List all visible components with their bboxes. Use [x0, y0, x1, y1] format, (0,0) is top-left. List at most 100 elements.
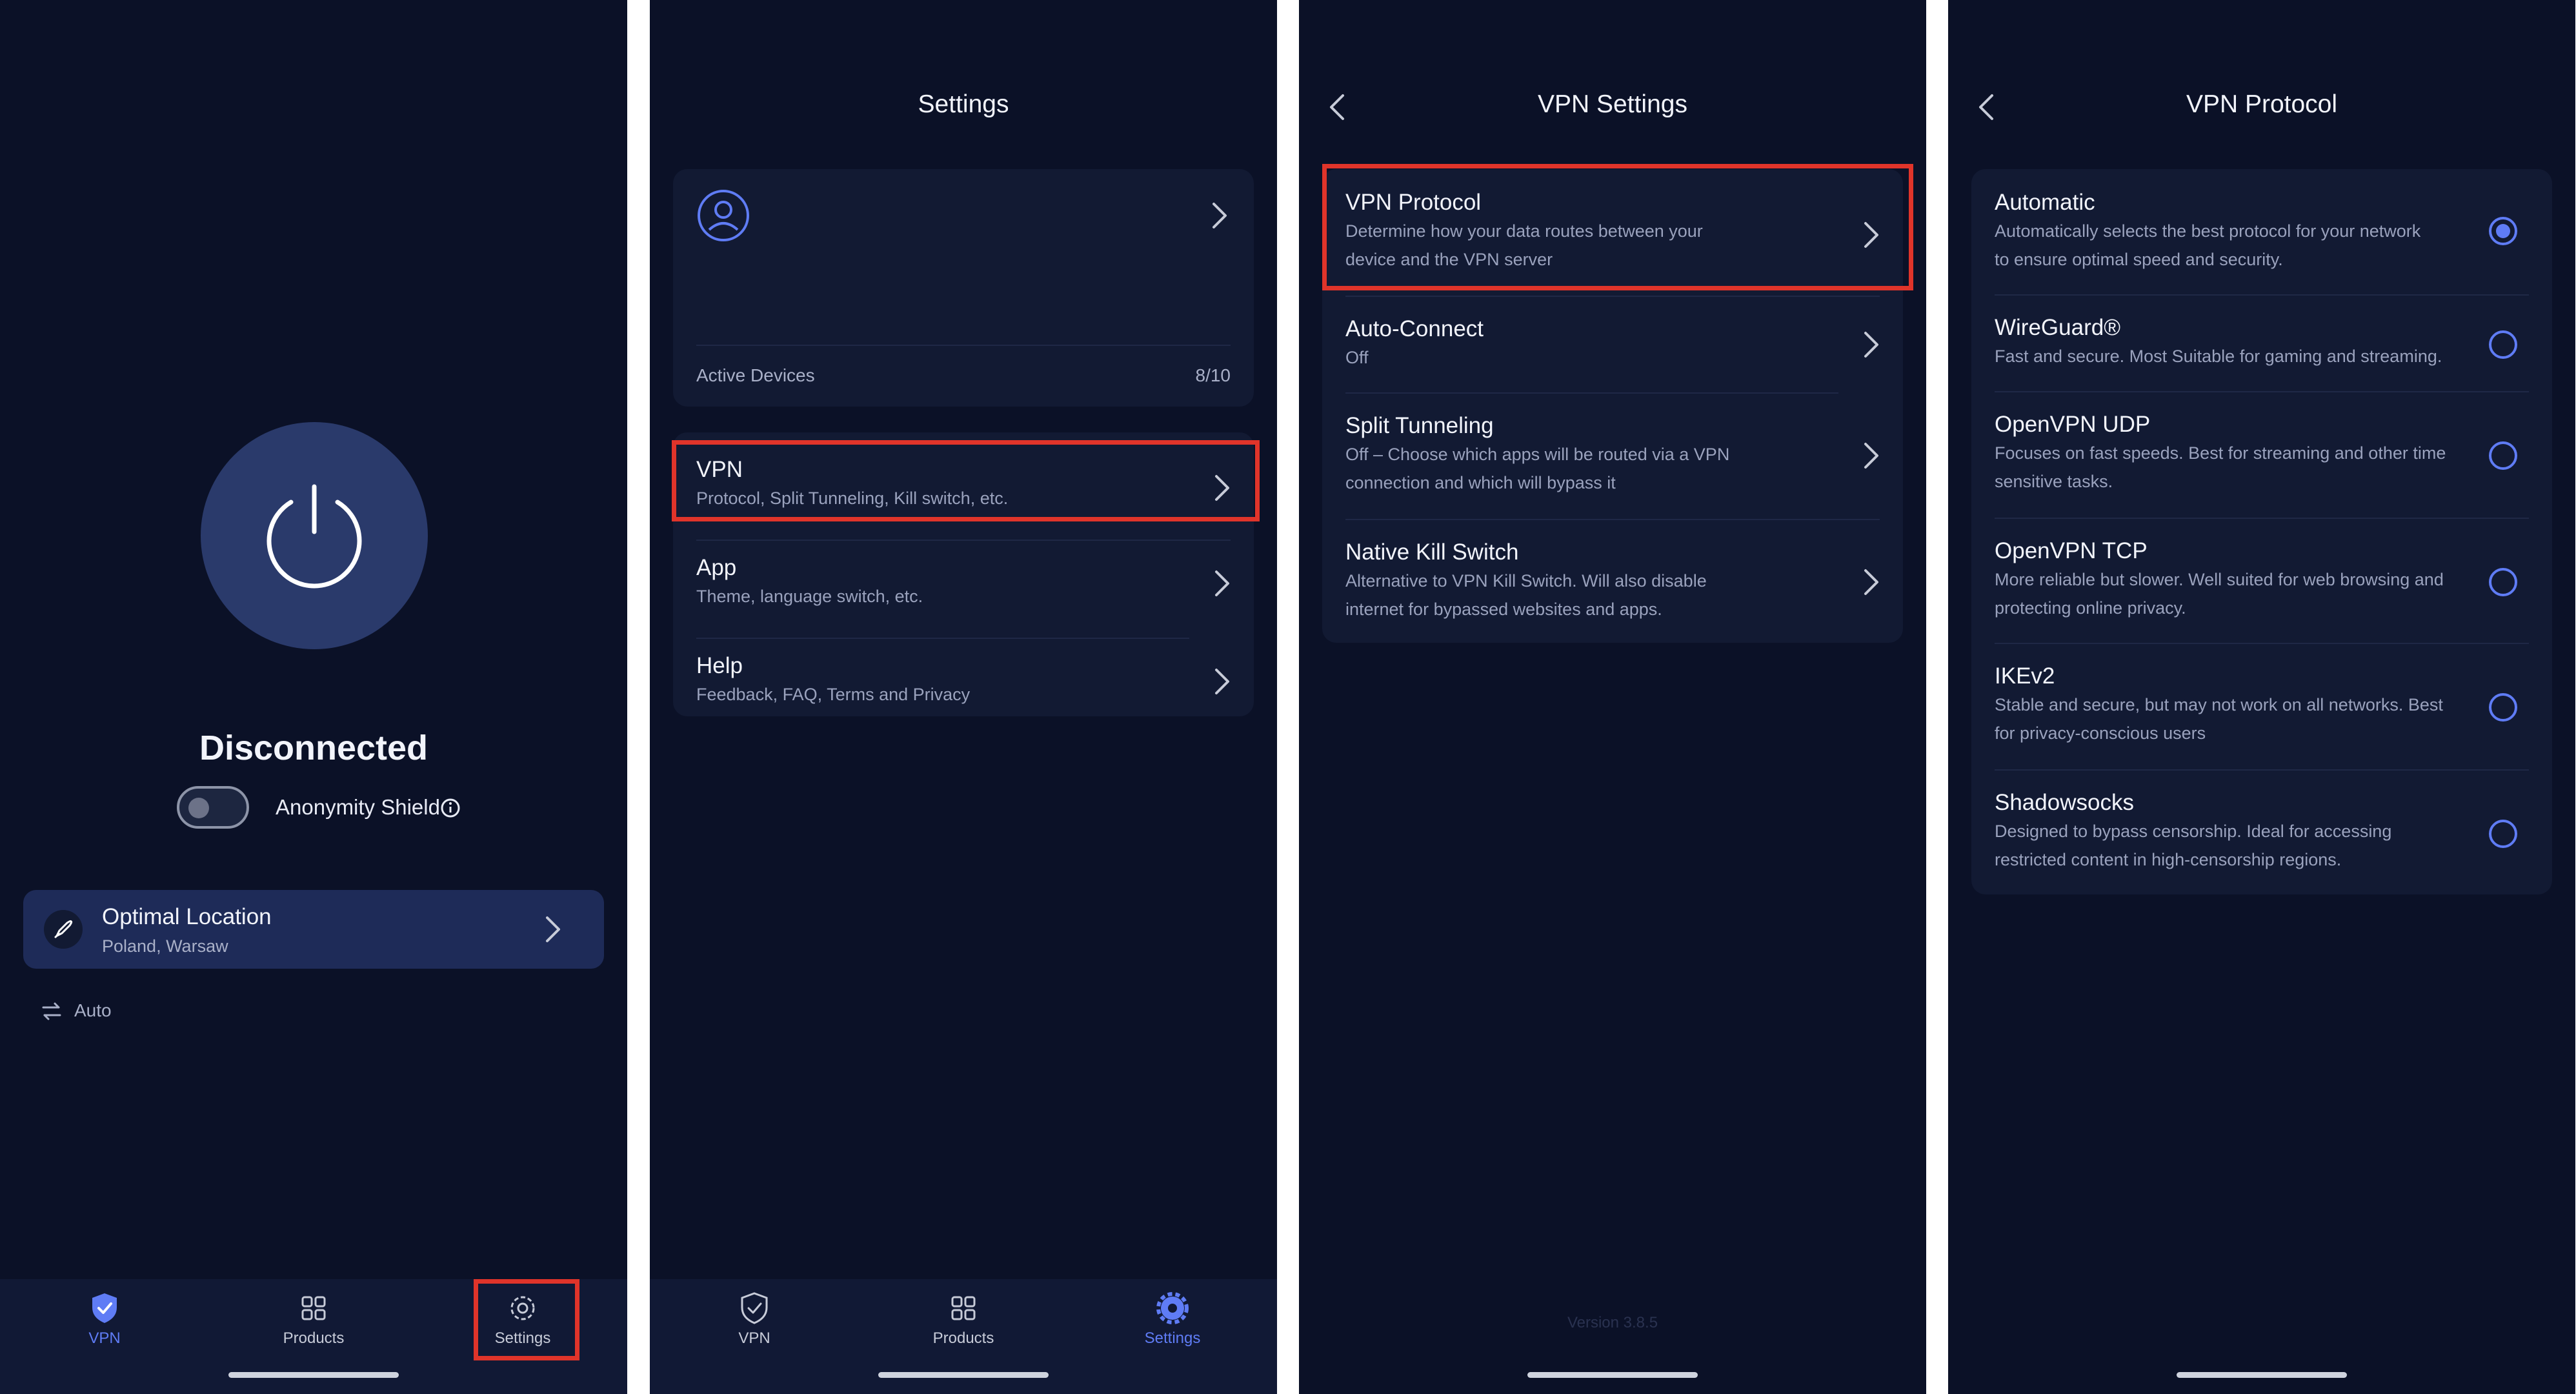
vpn-item-auto-connect[interactable]: Auto-Connect Off [1322, 311, 1903, 389]
protocol-desc-line1: Designed to bypass censorship. Ideal for… [1995, 822, 2392, 841]
protocol-option-openvpn-tcp[interactable]: OpenVPN TCP More reliable but slower. We… [1971, 533, 2552, 636]
divider [1995, 294, 2529, 296]
switch-arrows-icon [42, 1002, 61, 1020]
home-indicator [1527, 1372, 1698, 1378]
divider [696, 540, 1231, 541]
divider [1345, 519, 1880, 520]
vpn-protocol-screen: VPN Protocol Automatic Automatically sel… [1948, 0, 2575, 1394]
nav-settings[interactable]: Settings [1108, 1291, 1237, 1362]
connect-button[interactable] [201, 422, 428, 649]
settings-item-subtitle: Feedback, FAQ, Terms and Privacy [696, 685, 971, 704]
radio-unselected[interactable] [2489, 820, 2517, 848]
highlight-vpn-protocol [1322, 164, 1913, 290]
rocket-icon [44, 910, 83, 949]
active-devices-label: Active Devices [696, 365, 815, 385]
protocol-title: Automatic [1995, 190, 2095, 215]
vpn-item-subtitle-line1: Off – Choose which apps will be routed v… [1345, 445, 1730, 464]
home-indicator [2177, 1372, 2347, 1378]
anonymity-shield-label: Anonymity Shield [276, 795, 440, 819]
highlight-vpn-item [672, 440, 1260, 521]
chevron-right-icon [1864, 569, 1878, 595]
divider [1345, 296, 1880, 297]
radio-unselected[interactable] [2489, 330, 2517, 359]
nav-vpn-label: VPN [738, 1329, 770, 1347]
radio-selected[interactable] [2489, 217, 2517, 245]
protocol-desc-line1: Focuses on fast speeds. Best for streami… [1995, 443, 2446, 463]
protocol-title: OpenVPN TCP [1995, 538, 2148, 563]
protocol-desc-line1: Automatically selects the best protocol … [1995, 221, 2421, 241]
settings-item-title: Help [696, 653, 743, 678]
protocol-list: Automatic Automatically selects the best… [1971, 169, 2552, 894]
chevron-right-icon [1215, 669, 1229, 694]
divider [1995, 643, 2529, 644]
vpn-item-split-tunneling[interactable]: Split Tunneling Off – Choose which apps … [1322, 408, 1903, 511]
protocol-option-wireguard[interactable]: WireGuard® Fast and secure. Most Suitabl… [1971, 310, 2552, 387]
settings-item-subtitle: Theme, language switch, etc. [696, 587, 923, 606]
home-indicator [228, 1372, 399, 1378]
settings-item-title: App [696, 555, 737, 580]
shield-check-icon [741, 1292, 768, 1324]
nav-products[interactable]: Products [249, 1291, 378, 1362]
location-title: Optimal Location [102, 904, 272, 929]
protocol-desc-line2: for privacy-conscious users [1995, 723, 2206, 743]
vpn-item-kill-switch[interactable]: Native Kill Switch Alternative to VPN Ki… [1322, 534, 1903, 638]
nav-vpn[interactable]: VPN [40, 1291, 169, 1362]
vpn-item-subtitle-line2: connection and which will bypass it [1345, 473, 1616, 492]
chevron-right-icon [1864, 332, 1878, 358]
divider [696, 638, 1189, 639]
protocol-desc-line2: to ensure optimal speed and security. [1995, 250, 2283, 269]
vpn-item-title: Split Tunneling [1345, 413, 1494, 438]
gear-icon [1156, 1292, 1189, 1324]
connection-mode[interactable]: Auto [74, 1000, 112, 1021]
grid-icon [951, 1296, 976, 1320]
location-card[interactable]: Optimal Location Poland, Warsaw [23, 890, 604, 969]
radio-unselected[interactable] [2489, 568, 2517, 596]
chevron-right-icon [1215, 571, 1229, 596]
vpn-item-title: Native Kill Switch [1345, 540, 1519, 565]
avatar-icon [698, 190, 749, 241]
vpn-item-subtitle-line1: Alternative to VPN Kill Switch. Will als… [1345, 571, 1707, 591]
highlight-settings-tab [474, 1279, 579, 1360]
protocol-option-automatic[interactable]: Automatic Automatically selects the best… [1971, 185, 2552, 288]
page-title: VPN Protocol [2186, 90, 2338, 118]
protocol-desc-line2: protecting online privacy. [1995, 598, 2186, 618]
settings-item-app[interactable]: App Theme, language switch, etc. [673, 550, 1254, 627]
protocol-title: IKEv2 [1995, 663, 2055, 689]
protocol-option-openvpn-udp[interactable]: OpenVPN UDP Focuses on fast speeds. Best… [1971, 407, 2552, 510]
info-icon[interactable] [440, 798, 461, 818]
divider [1995, 391, 2529, 392]
divider [1345, 392, 1838, 394]
active-devices-value: 8/10 [1195, 365, 1231, 385]
protocol-desc-line1: More reliable but slower. Well suited fo… [1995, 570, 2444, 589]
protocol-option-shadowsocks[interactable]: Shadowsocks Designed to bypass censorshi… [1971, 785, 2552, 888]
protocol-title: OpenVPN UDP [1995, 412, 2151, 437]
chevron-right-icon [546, 916, 560, 942]
settings-item-help[interactable]: Help Feedback, FAQ, Terms and Privacy [673, 648, 1254, 719]
nav-products[interactable]: Products [899, 1291, 1028, 1362]
nav-vpn-label: VPN [88, 1329, 121, 1347]
protocol-desc-line2: restricted content in high-censorship re… [1995, 850, 2342, 869]
protocol-option-ikev2[interactable]: IKEv2 Stable and secure, but may not wor… [1971, 658, 2552, 762]
vpn-settings-screen: VPN Settings VPN Protocol Determine how … [1299, 0, 1926, 1394]
settings-screen: Settings Active Devices 8/10 VPN Protoco… [650, 0, 1277, 1394]
connection-status: Disconnected [199, 729, 428, 767]
grid-icon [301, 1296, 326, 1320]
location-subtitle: Poland, Warsaw [102, 936, 228, 956]
divider [696, 345, 1231, 346]
power-icon [267, 484, 362, 589]
radio-unselected[interactable] [2489, 693, 2517, 722]
protocol-desc-line1: Fast and secure. Most Suitable for gamin… [1995, 347, 2442, 366]
page-title: Settings [918, 90, 1009, 118]
shield-check-icon [92, 1293, 117, 1323]
account-card[interactable]: Active Devices 8/10 [673, 169, 1254, 407]
nav-products-label: Products [283, 1329, 345, 1347]
divider [1995, 769, 2529, 771]
vpn-item-subtitle-line2: internet for bypassed websites and apps. [1345, 600, 1662, 619]
home-screen: Disconnected Anonymity Shield Optimal Lo… [0, 0, 627, 1394]
protocol-title: Shadowsocks [1995, 790, 2134, 815]
anonymity-shield-toggle[interactable] [177, 786, 249, 829]
protocol-desc-line1: Stable and secure, but may not work on a… [1995, 695, 2443, 714]
nav-vpn[interactable]: VPN [690, 1291, 819, 1362]
radio-unselected[interactable] [2489, 441, 2517, 470]
app-version: Version 3.8.5 [1567, 1314, 1658, 1331]
